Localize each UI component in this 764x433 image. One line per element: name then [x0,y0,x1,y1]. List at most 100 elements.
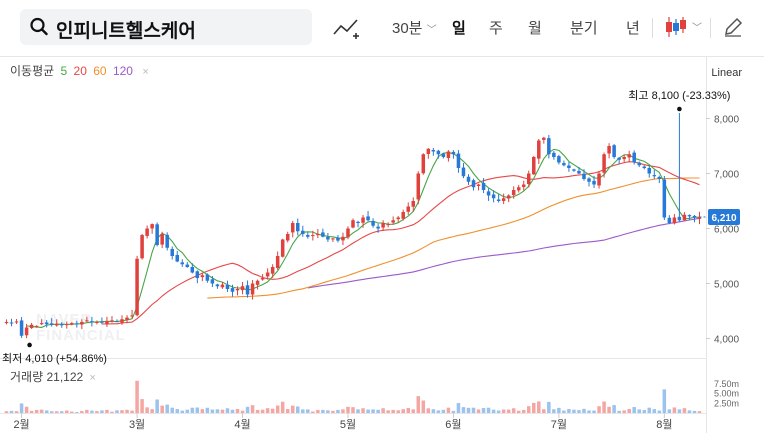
volume-bar [451,410,456,413]
candle-body [326,236,330,240]
volume-bar [371,409,375,413]
volume-bar [280,401,285,413]
candle-body [672,217,677,224]
volume-bar [59,411,64,413]
volume-bar [34,409,39,413]
volume-bar [602,401,606,413]
candle-body [225,284,230,289]
volume-bar [265,408,270,413]
candle-body [396,217,400,220]
volume-bar [366,409,370,413]
candle-body [627,154,631,158]
candle-body [436,150,441,155]
volume-bar [301,409,305,413]
volume-bar [170,407,174,413]
volume-bar [24,406,29,413]
candle-body [115,321,119,323]
volume-bar [677,409,682,413]
volume-bar [542,409,546,413]
ma120-line [307,217,700,289]
candle-body [85,320,89,322]
candle-body [537,140,541,159]
candle-body [120,319,124,323]
volume-bar [672,407,677,413]
candle-body [175,254,180,262]
candle-body [220,284,225,288]
low-annotation: 최저 4,010 (+54.86%) [2,352,107,365]
volume-bar [496,410,501,413]
volume-bar [165,404,169,413]
ma20-line [101,161,700,325]
candle-body [547,138,551,155]
candle-body [642,166,647,168]
volume-bar [160,405,164,413]
candle-body [526,173,531,185]
volume-bar [461,407,466,413]
volume-bar [220,409,225,413]
volume-bar [336,409,340,413]
volume-bar [582,408,586,413]
candle-body [431,150,436,152]
volume-bar [622,410,626,413]
candle-body [622,157,626,160]
volume-bar [597,406,601,413]
candle-body [682,214,687,221]
candle-body [205,274,210,281]
volume-bar [49,411,54,413]
candle-body [542,137,546,140]
volume-bar [120,410,124,413]
candle-body [346,228,350,238]
candle-body [386,224,390,226]
candle-body [582,173,586,179]
volume-bar [647,407,652,413]
volume-bar [145,407,149,413]
volume-bar [376,409,380,413]
candle-body [321,232,325,237]
volume-bar [441,409,446,413]
candle-body [421,154,426,174]
volume-bar [150,409,154,413]
volume-bar [9,410,14,413]
candle-body [496,199,501,201]
volume-bar [471,407,476,413]
candle-body [652,175,657,177]
volume-bar [215,409,220,413]
candle-body [476,184,481,186]
volume-bar [456,403,461,413]
volume-bar [341,409,345,413]
volume-bar [331,410,335,413]
x-tick-label: 5월 [340,418,356,431]
candle-body [471,180,476,188]
x-tick-label: 2월 [13,418,29,431]
candle-body [14,321,19,323]
volume-bar [4,411,9,413]
candle-body [567,165,571,168]
price-chart[interactable]: 8,000 7,000 6,000 5,000 4,000 2월 3월 4월 5월 6월 7월 8월 7… [0,0,764,433]
volume-bar [260,409,265,413]
candle-body [230,288,235,292]
candle-body [521,184,526,188]
volume-bar [642,410,647,413]
volume-bar [210,409,215,413]
candle-body [456,153,461,168]
volume-bar [311,411,315,413]
volume-bar [587,410,591,413]
volume-bar [185,409,190,413]
volume-bar [697,411,702,413]
volume-bar [115,410,119,413]
volume-bar [607,406,611,413]
candle-body [607,146,611,154]
candle-body [24,327,29,336]
candle-body [235,289,240,291]
candle-body [260,278,265,280]
x-tick-label: 8월 [656,418,672,431]
volume-bar [476,409,481,413]
volume-tick-label: 2.50m [714,398,739,408]
x-tick-label: 6월 [445,418,461,431]
y-tick-label: 5,000 [714,280,739,291]
candle-body [275,256,280,268]
candle-body [351,220,355,228]
candle-body [577,170,581,174]
candle-body [366,216,370,221]
ma60-line [207,177,700,299]
